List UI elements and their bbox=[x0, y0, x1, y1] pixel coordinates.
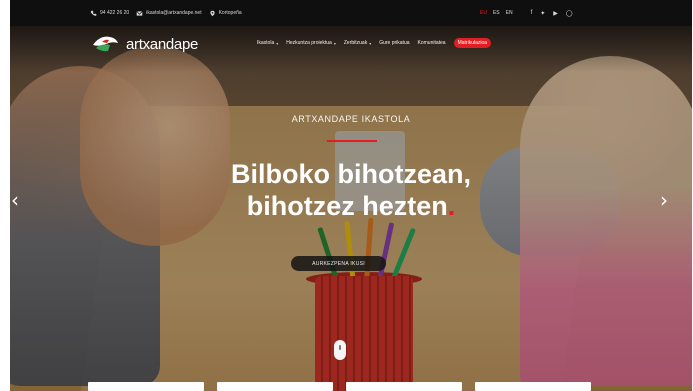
nav-item-label: Komunitatea bbox=[417, 40, 446, 46]
location-text: Kortopeña bbox=[218, 10, 242, 16]
nav-item-label: Gure prikatua bbox=[379, 40, 410, 46]
email-contact[interactable]: ikastola@artxandape.net bbox=[136, 10, 202, 17]
instagram-icon[interactable]: ◯ bbox=[566, 10, 573, 17]
matrikulazioa-button[interactable]: Matrikulazioa bbox=[453, 38, 492, 48]
hero-headline: Bilboko bihotzean, bihotzez hezten. bbox=[10, 158, 692, 222]
social-links: f ✦ ▶ ◯ bbox=[531, 10, 573, 17]
top-bar: 94 422 26 20 ikastola@artxandape.net Kor… bbox=[10, 0, 692, 26]
hero-headline-line-1: Bilboko bihotzean, bbox=[231, 159, 471, 189]
brand-name: artxandape bbox=[126, 35, 199, 53]
feature-cards bbox=[88, 382, 591, 391]
logo-mark-icon bbox=[93, 36, 118, 52]
nav-item-ikastola[interactable]: Ikastola ▾ bbox=[257, 40, 278, 46]
page-frame: 94 422 26 20 ikastola@artxandape.net Kor… bbox=[10, 0, 692, 391]
aurkezpena-ikusi-button[interactable]: AURKEZPENA IKUSI bbox=[291, 256, 386, 271]
main-nav: Ikastola ▾ Hezkuntza proiektua ▾ Zerbitz… bbox=[257, 38, 492, 48]
chevron-left-icon[interactable]: ‹ bbox=[11, 188, 19, 212]
chevron-down-icon: ▾ bbox=[333, 40, 336, 46]
contact-info: 94 422 26 20 ikastola@artxandape.net Kor… bbox=[90, 0, 242, 26]
lang-es[interactable]: ES bbox=[493, 10, 500, 16]
twitter-icon[interactable]: ✦ bbox=[540, 10, 545, 17]
feature-card[interactable] bbox=[217, 382, 333, 391]
location-contact[interactable]: Kortopeña bbox=[209, 10, 242, 17]
email-address: ikastola@artxandape.net bbox=[146, 10, 202, 16]
site-logo[interactable]: artxandape bbox=[90, 33, 198, 55]
lang-en[interactable]: EN bbox=[506, 10, 513, 16]
scroll-down-icon[interactable] bbox=[334, 340, 346, 360]
hero-divider bbox=[327, 140, 377, 142]
nav-item-label: Zerbitzuak bbox=[343, 40, 368, 46]
phone-number: 94 422 26 20 bbox=[100, 10, 130, 16]
nav-item-zerbitzuak[interactable]: Zerbitzuak ▾ bbox=[344, 40, 371, 46]
nav-item-label: Hezkuntza proiektua bbox=[286, 40, 332, 46]
feature-card[interactable] bbox=[88, 382, 204, 391]
top-bar-right: EU ES EN f ✦ ▶ ◯ bbox=[480, 0, 573, 26]
hero-headline-line-2: bihotzez hezten bbox=[246, 191, 448, 221]
email-icon bbox=[136, 10, 143, 16]
nav-item-label: Ikastola bbox=[257, 40, 275, 46]
chevron-down-icon: ▾ bbox=[369, 40, 372, 46]
feature-card[interactable] bbox=[475, 382, 591, 391]
chevron-right-icon[interactable]: › bbox=[660, 188, 668, 212]
map-pin-icon bbox=[209, 10, 215, 16]
nav-item-hezkuntza-proiektua[interactable]: Hezkuntza proiektua ▾ bbox=[286, 40, 336, 46]
chevron-down-icon: ▾ bbox=[276, 40, 279, 46]
youtube-icon[interactable]: ▶ bbox=[553, 10, 558, 17]
nav-item-gure-prikatua[interactable]: Gure prikatua bbox=[379, 40, 409, 46]
hero-eyebrow: ARTXANDAPE IKASTOLA bbox=[291, 114, 411, 124]
hero-slider: artxandape Ikastola ▾ Hezkuntza proiektu… bbox=[10, 26, 692, 391]
nav-item-komunitatea[interactable]: Komunitatea bbox=[418, 40, 446, 46]
phone-icon bbox=[90, 10, 97, 16]
lang-eu[interactable]: EU bbox=[480, 10, 487, 16]
feature-card[interactable] bbox=[346, 382, 462, 391]
facebook-icon[interactable]: f bbox=[531, 10, 533, 17]
hero-headline-dot: . bbox=[447, 191, 456, 221]
phone-contact[interactable]: 94 422 26 20 bbox=[90, 10, 129, 17]
